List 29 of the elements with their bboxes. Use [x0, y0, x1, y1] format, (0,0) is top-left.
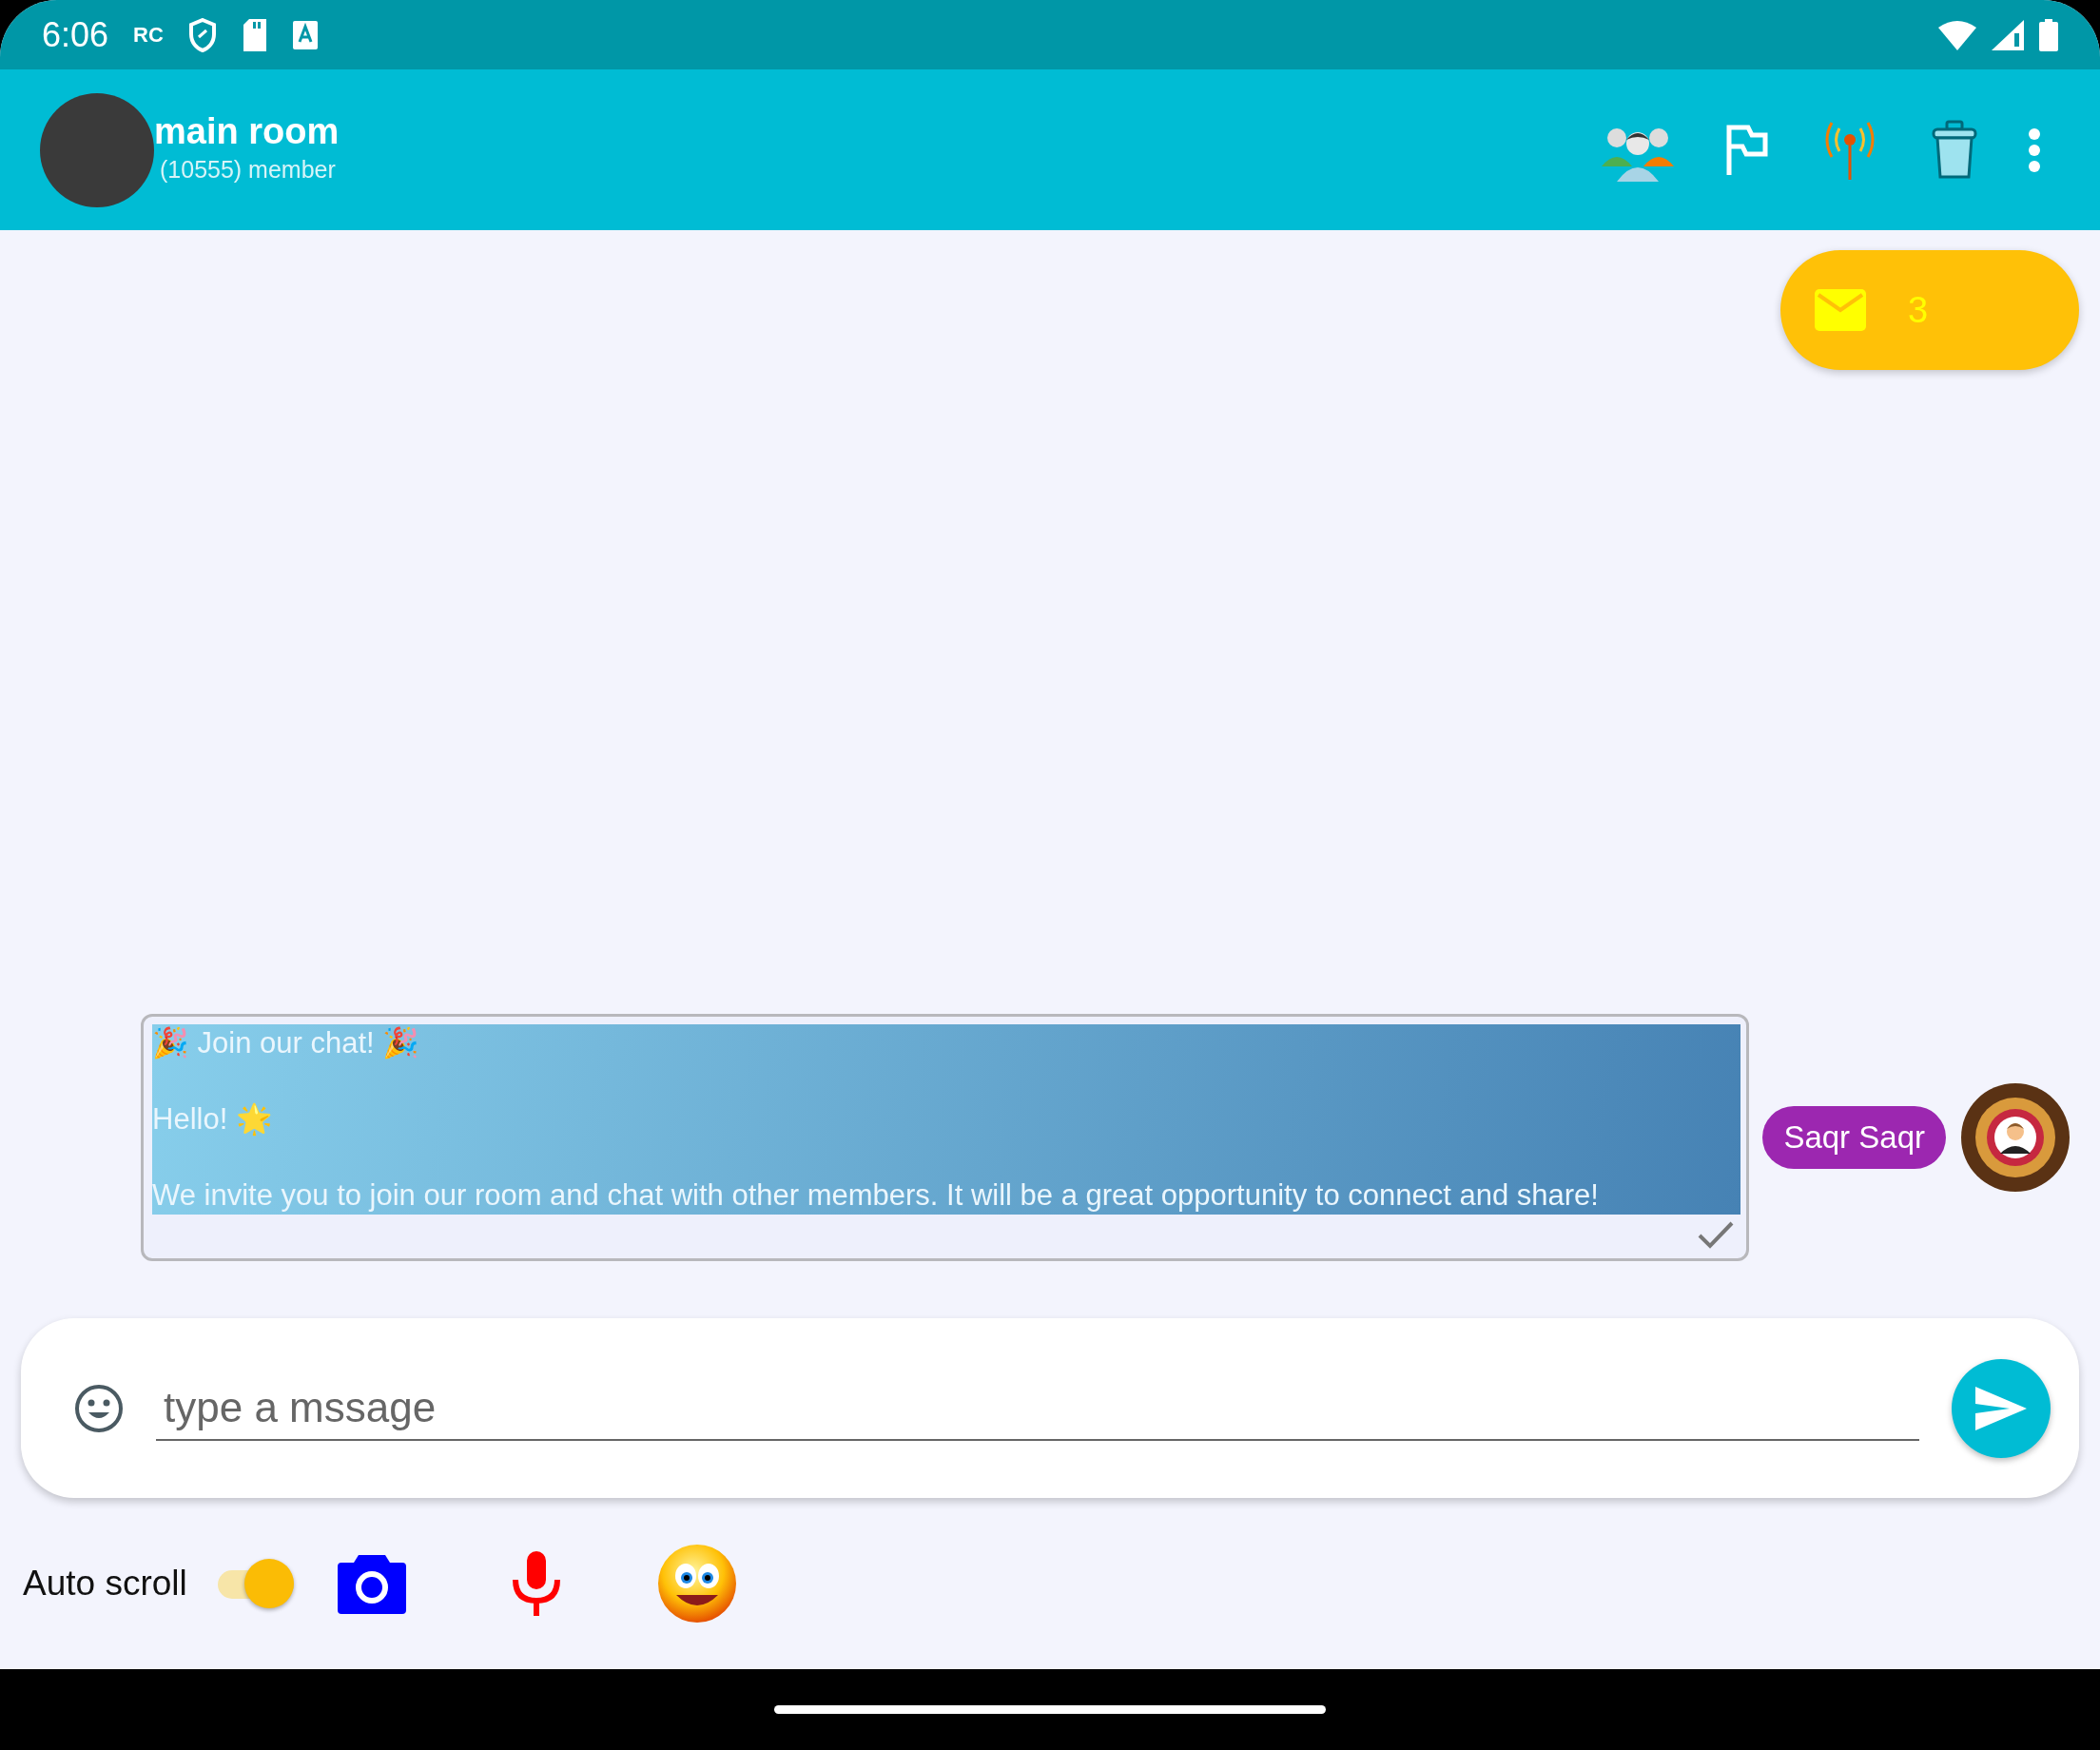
- signal-icon: [1992, 19, 2024, 50]
- unread-count: 3: [1908, 288, 1929, 332]
- auto-scroll-label: Auto scroll: [23, 1563, 187, 1605]
- flag-icon[interactable]: [1725, 123, 1769, 177]
- member-count: (10555) member: [160, 154, 337, 185]
- message-text: Hello! 🌟: [152, 1101, 274, 1138]
- status-time: 6:06: [42, 13, 109, 56]
- message-composer[interactable]: type a mssage: [21, 1318, 2079, 1498]
- more-menu-icon[interactable]: [2028, 126, 2041, 173]
- room-title: main room: [154, 111, 340, 152]
- message-text: 🎉 Join our chat! 🎉: [152, 1025, 421, 1061]
- shield-icon: [187, 17, 217, 52]
- wifi-icon: [1938, 19, 1976, 50]
- message-text: We invite you to join our room and chat with other members. It will be a great opportunity to connect and share!: [152, 1177, 1600, 1214]
- microphone-icon[interactable]: [510, 1551, 562, 1616]
- carrier-label: RC: [133, 22, 164, 49]
- mail-icon: [1815, 289, 1866, 331]
- font-icon: [292, 20, 318, 49]
- battery-icon: [2039, 18, 2058, 51]
- sd-card-icon: [241, 18, 268, 51]
- send-button[interactable]: [1952, 1358, 2051, 1458]
- emoji-icon[interactable]: [74, 1383, 124, 1433]
- sender-name[interactable]: Saqr Saqr: [1762, 1106, 1946, 1169]
- smiley-face-icon[interactable]: [656, 1544, 737, 1624]
- user-avatar-icon[interactable]: [1959, 1081, 2071, 1194]
- send-icon: [1974, 1384, 2029, 1432]
- trash-icon[interactable]: [1931, 119, 1978, 181]
- message-input-field[interactable]: type a mssage: [156, 1375, 1919, 1441]
- camera-icon[interactable]: [337, 1553, 406, 1614]
